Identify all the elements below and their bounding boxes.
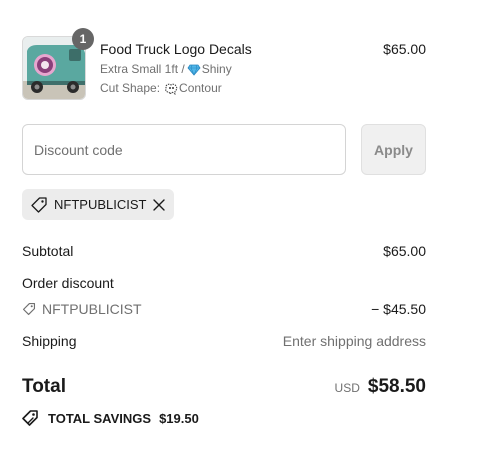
product-title: Food Truck Logo Decals — [100, 41, 252, 57]
variant-finish: Shiny — [201, 62, 232, 76]
product-info: Food Truck Logo Decals Extra Small 1ft /… — [100, 41, 360, 96]
order-discount-row: Order discount — [22, 275, 426, 291]
savings-tag-icon — [22, 409, 40, 427]
total-amount: $58.50 — [367, 376, 426, 397]
discount-code-line: NFTPUBLICIST — [22, 301, 142, 317]
shipping-value: Enter shipping address — [282, 333, 426, 349]
total-label: Total — [22, 376, 66, 397]
product-variant: Extra Small 1ft / Shiny — [100, 62, 360, 77]
tag-icon — [30, 196, 48, 214]
order-discount-label: Order discount — [22, 275, 114, 291]
line-item: 1 Food Truck Logo Decals Extra Small 1ft… — [22, 28, 426, 100]
subtotal-row: Subtotal $65.00 — [22, 243, 426, 259]
quantity-badge: 1 — [72, 28, 94, 50]
product-price: $65.00 — [383, 41, 426, 57]
discount-code-name: NFTPUBLICIST — [42, 301, 142, 317]
cut-shape-label: Cut Shape: — [100, 81, 161, 95]
shipping-label: Shipping — [22, 333, 77, 349]
product-cut-shape: Cut Shape: Contour — [100, 81, 360, 96]
subtotal-label: Subtotal — [22, 243, 74, 259]
apply-discount-button[interactable]: Apply — [361, 124, 426, 175]
total-amount-group: USD $58.50 — [335, 376, 426, 398]
applied-discount-code: NFTPUBLICIST — [54, 197, 147, 212]
product-thumbnail-wrapper: 1 — [22, 28, 94, 100]
contour-shape-icon — [164, 83, 178, 95]
subtotal-value: $65.00 — [383, 243, 426, 259]
diamond-icon — [187, 64, 201, 76]
remove-discount-icon[interactable] — [152, 198, 166, 212]
tag-icon — [22, 302, 36, 316]
discount-amount: − $45.50 — [371, 301, 426, 317]
currency-code: USD — [334, 381, 360, 395]
variant-size: Extra Small 1ft / — [100, 62, 185, 76]
total-savings: TOTAL SAVINGS $19.50 — [22, 409, 199, 427]
savings-value: $19.50 — [159, 410, 199, 426]
discount-detail-row: NFTPUBLICIST − $45.50 — [22, 301, 426, 317]
applied-discount-chip: NFTPUBLICIST — [22, 189, 174, 220]
order-summary: 1 Food Truck Logo Decals Extra Small 1ft… — [0, 0, 481, 459]
total-row: Total USD $58.50 — [22, 376, 426, 398]
shipping-row: Shipping Enter shipping address — [22, 333, 426, 349]
savings-label: TOTAL SAVINGS — [48, 410, 152, 426]
cut-shape-value: Contour — [179, 81, 222, 95]
discount-code-input[interactable] — [22, 124, 346, 175]
